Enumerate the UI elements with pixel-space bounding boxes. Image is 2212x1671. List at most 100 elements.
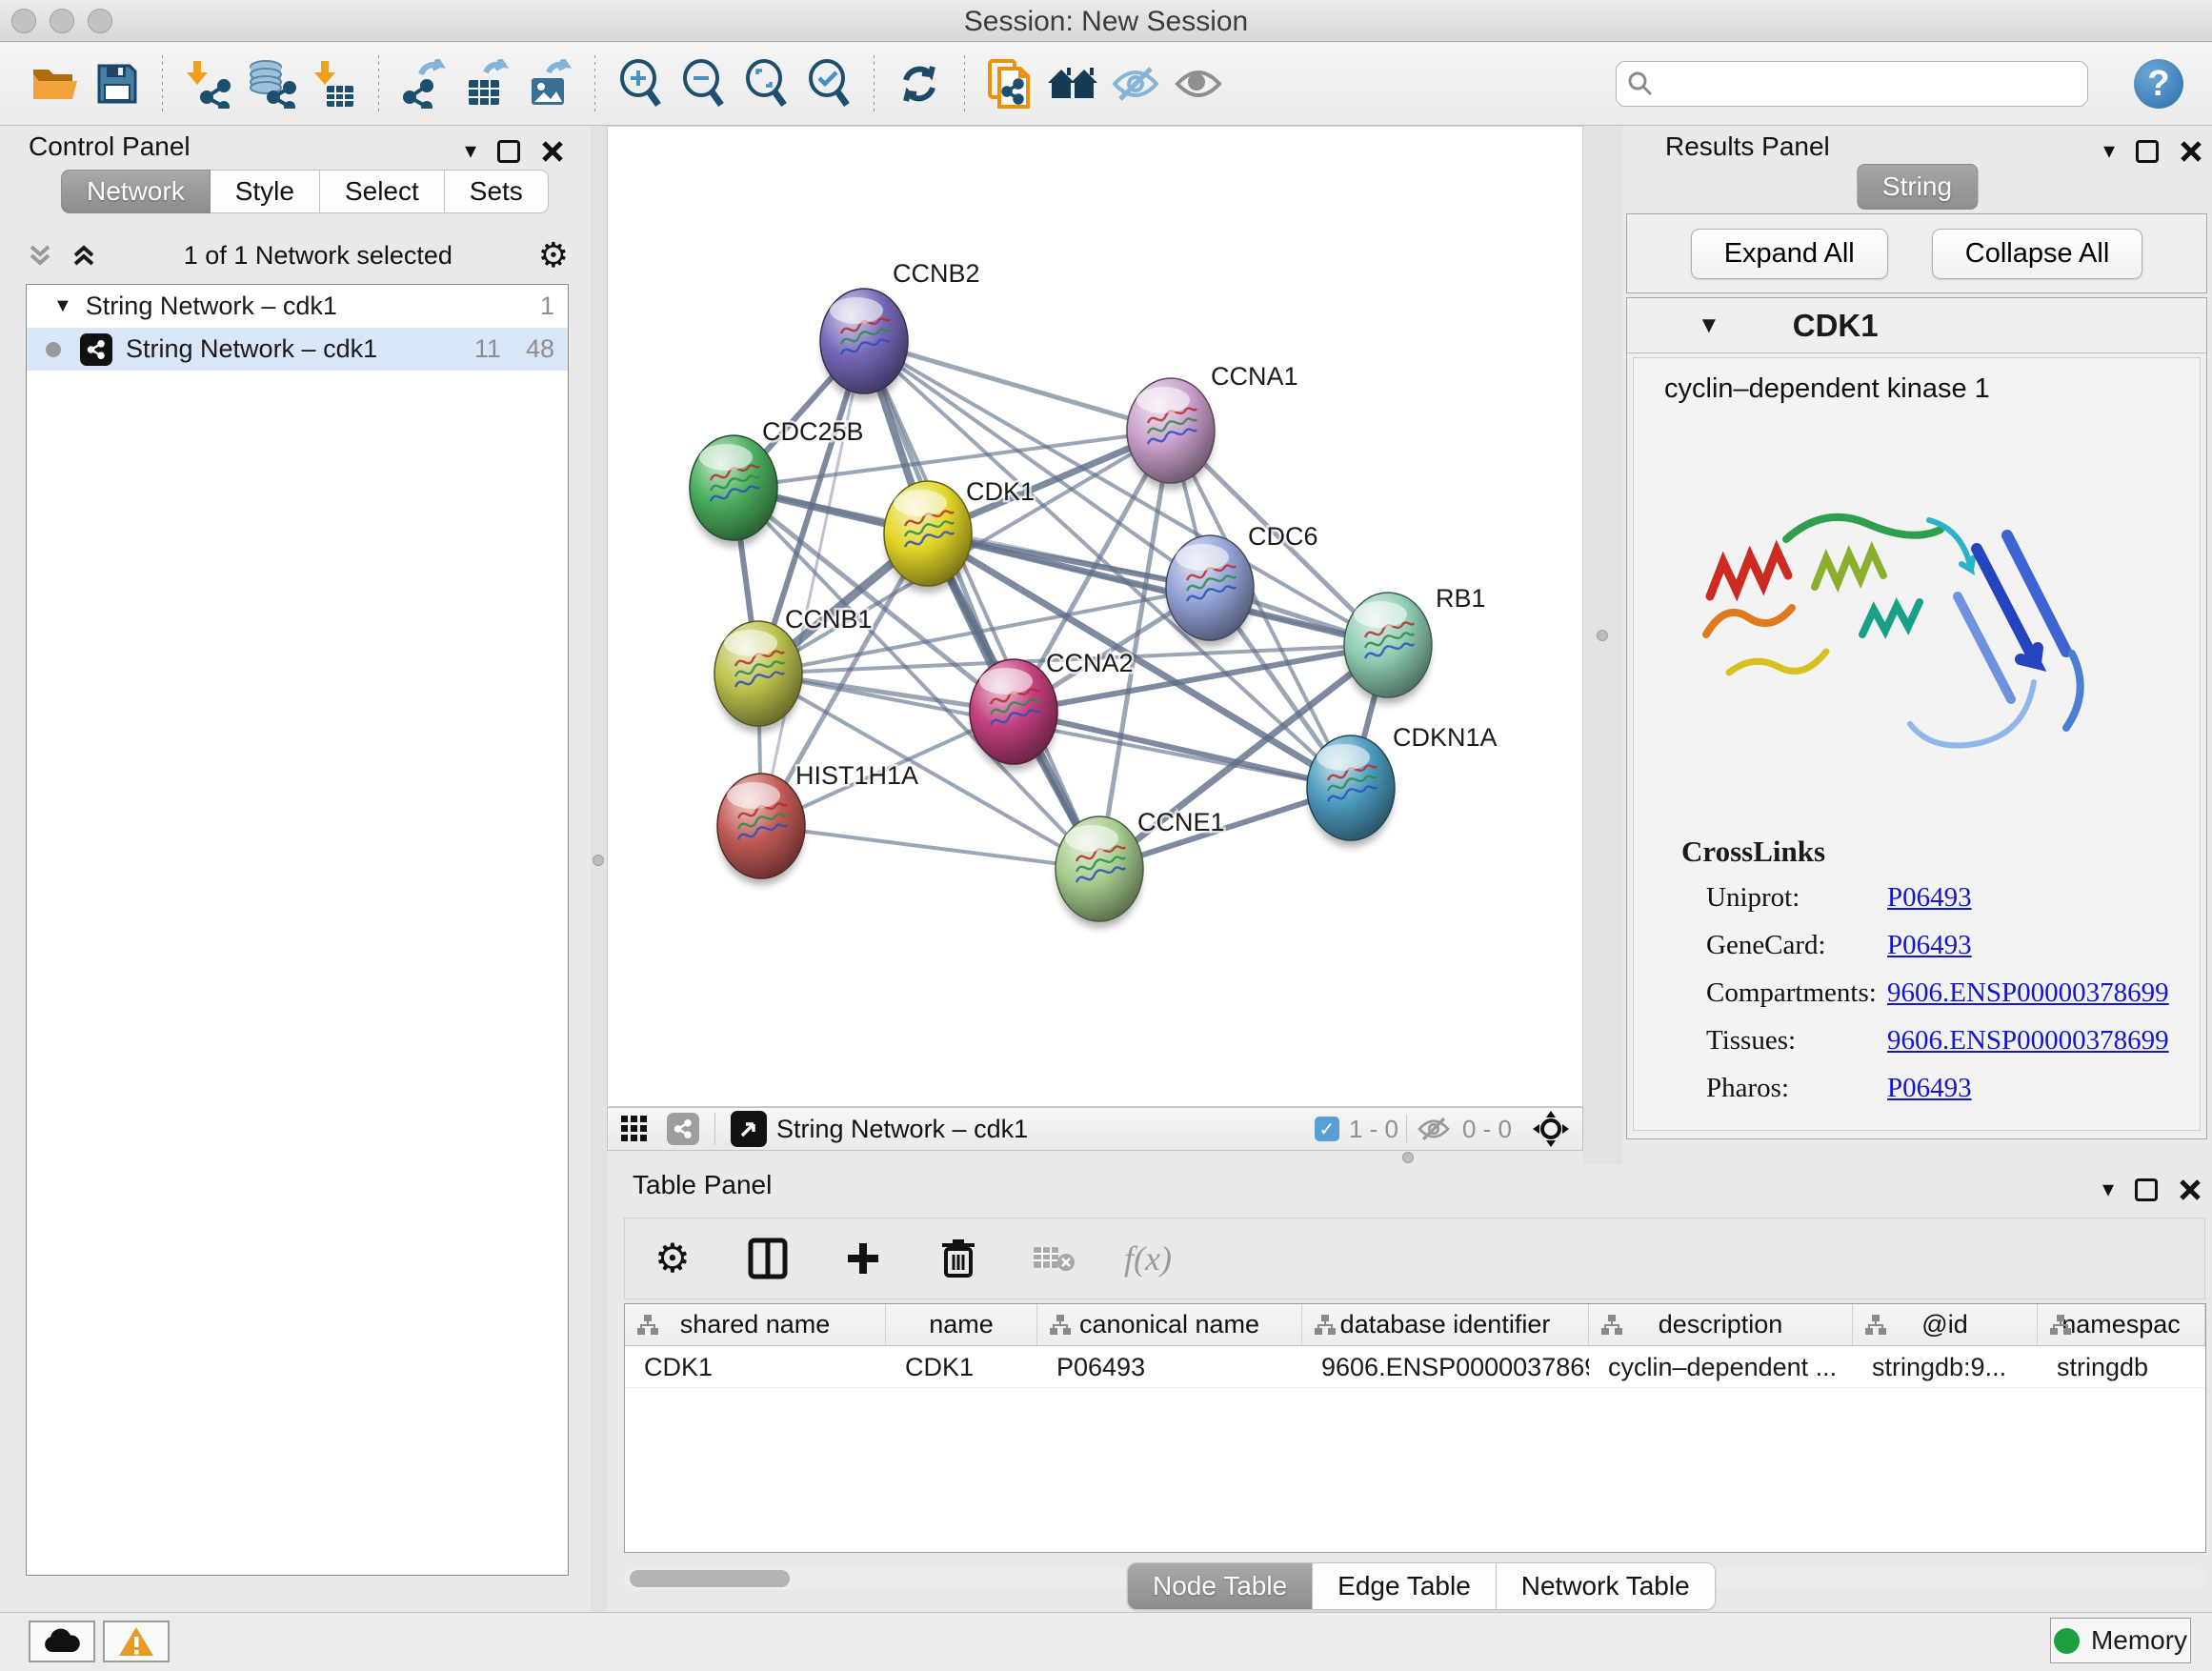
table-cell[interactable]: stringdb xyxy=(2038,1346,2205,1387)
float-panel-button[interactable] xyxy=(2135,1178,2158,1201)
right-splitter-handle[interactable] xyxy=(1597,630,1608,641)
network-row[interactable]: String Network – cdk1 11 48 xyxy=(27,328,568,371)
crosslink-link[interactable]: P06493 xyxy=(1887,930,1972,961)
tab-node-table[interactable]: Node Table xyxy=(1128,1563,1313,1609)
string-network-graph[interactable]: CCNB2CCNA1CDC25BCDK1CDC6RB1CCNB1CCNA2CDK… xyxy=(608,127,1582,1106)
table-cell[interactable]: 9606.ENSP00000378699 xyxy=(1302,1346,1589,1387)
column-header-namespac[interactable]: namespac xyxy=(2038,1304,2205,1345)
tree-expand-icon[interactable]: ▼ xyxy=(53,295,72,317)
network-from-clipboard-button[interactable] xyxy=(983,57,1036,111)
collapse-panel-icon[interactable]: ▾ xyxy=(2102,1176,2114,1203)
cloud-status-button[interactable] xyxy=(29,1621,95,1662)
table-cell[interactable]: CDK1 xyxy=(886,1346,1037,1387)
column-header-canonical-name[interactable]: canonical name xyxy=(1037,1304,1302,1345)
network-options-gear-icon[interactable]: ⚙ xyxy=(538,238,569,272)
column-header-shared-name[interactable]: shared name xyxy=(625,1304,886,1345)
crosslink-link[interactable]: P06493 xyxy=(1887,1073,1972,1104)
table-cell[interactable]: CDK1 xyxy=(625,1346,886,1387)
function-builder-button[interactable]: f(x) xyxy=(1124,1238,1172,1278)
tab-select[interactable]: Select xyxy=(320,170,445,213)
memory-button[interactable]: Memory xyxy=(2050,1618,2191,1663)
view-network-icon[interactable] xyxy=(667,1113,699,1145)
close-panel-button[interactable] xyxy=(541,140,564,163)
selected-checkbox-icon[interactable]: ✓ xyxy=(1315,1117,1339,1141)
collapse-all-icon[interactable] xyxy=(26,241,54,270)
zoom-fit-button[interactable] xyxy=(739,57,793,111)
help-button[interactable]: ? xyxy=(2134,59,2183,109)
column-header-description[interactable]: description xyxy=(1589,1304,1853,1345)
section-expand-icon[interactable]: ▼ xyxy=(1698,312,1720,339)
node-CCNB2[interactable] xyxy=(820,289,908,400)
node-CCNA2[interactable] xyxy=(970,659,1057,771)
string-home-button[interactable] xyxy=(1046,57,1099,111)
warnings-button[interactable] xyxy=(103,1621,170,1662)
expand-all-button[interactable]: Expand All xyxy=(1691,229,1888,279)
node-CDK1[interactable] xyxy=(884,481,972,593)
node-CCNE1[interactable] xyxy=(1056,816,1143,928)
close-panel-button[interactable] xyxy=(2179,1178,2202,1201)
zoom-out-button[interactable] xyxy=(676,57,730,111)
node-details-header[interactable]: ▼ CDK1 xyxy=(1627,298,2206,353)
show-glass-button[interactable] xyxy=(1172,57,1225,111)
birdseye-view-icon[interactable] xyxy=(731,1111,767,1147)
column-header-name[interactable]: name xyxy=(886,1304,1037,1345)
column-header-database-identifier[interactable]: database identifier xyxy=(1302,1304,1589,1345)
close-panel-button[interactable] xyxy=(2180,140,2202,163)
left-splitter[interactable] xyxy=(591,126,607,1620)
crosslink-link[interactable]: 9606.ENSP00000378699 xyxy=(1887,1025,2169,1057)
crosslink-link[interactable]: 9606.ENSP00000378699 xyxy=(1887,977,2169,1009)
tab-edge-table[interactable]: Edge Table xyxy=(1313,1563,1497,1609)
tab-string[interactable]: String xyxy=(1857,164,1978,210)
tab-sets[interactable]: Sets xyxy=(445,170,549,213)
zoom-selected-button[interactable] xyxy=(802,57,855,111)
left-splitter-handle[interactable] xyxy=(593,855,604,866)
node-HIST1H1A[interactable] xyxy=(717,774,805,885)
grid-mode-icon[interactable] xyxy=(619,1114,650,1144)
float-panel-button[interactable] xyxy=(497,140,520,163)
tab-style[interactable]: Style xyxy=(211,170,320,213)
collapse-all-button[interactable]: Collapse All xyxy=(1932,229,2143,279)
add-column-icon[interactable] xyxy=(838,1234,888,1283)
tab-network[interactable]: Network xyxy=(61,170,211,213)
zoom-in-button[interactable] xyxy=(613,57,667,111)
crosslink-link[interactable]: P06493 xyxy=(1887,882,1972,914)
import-network-database-button[interactable] xyxy=(244,57,297,111)
tab-network-table[interactable]: Network Table xyxy=(1497,1563,1715,1609)
search-input[interactable] xyxy=(1655,70,2055,99)
node-CCNA1[interactable] xyxy=(1127,378,1215,490)
delete-column-icon[interactable] xyxy=(934,1234,983,1283)
export-network-button[interactable] xyxy=(397,57,451,111)
float-panel-button[interactable] xyxy=(2136,140,2159,163)
collapse-panel-icon[interactable]: ▾ xyxy=(465,137,476,165)
table-cell[interactable]: stringdb:9... xyxy=(1853,1346,2038,1387)
export-table-button[interactable] xyxy=(460,57,513,111)
import-network-file-button[interactable] xyxy=(181,57,234,111)
hide-glass-button[interactable] xyxy=(1109,57,1162,111)
fit-selected-crosshair-icon[interactable] xyxy=(1531,1109,1571,1149)
horizontal-splitter-handle[interactable] xyxy=(1402,1152,1414,1163)
import-table-button[interactable] xyxy=(307,57,360,111)
network-collection-row[interactable]: ▼ String Network – cdk1 1 xyxy=(27,285,568,328)
node-CDKN1A[interactable] xyxy=(1307,735,1395,847)
table-cell[interactable]: P06493 xyxy=(1037,1346,1302,1387)
show-columns-icon[interactable] xyxy=(743,1234,793,1283)
apply-layout-button[interactable] xyxy=(893,57,946,111)
node-CDC25B[interactable] xyxy=(690,435,777,547)
collapse-panel-icon[interactable]: ▾ xyxy=(2103,137,2115,165)
table-cell[interactable]: cyclin–dependent ... xyxy=(1589,1346,1853,1387)
save-session-button[interactable] xyxy=(90,57,144,111)
scrollbar-thumb[interactable] xyxy=(630,1570,790,1587)
open-session-button[interactable] xyxy=(28,57,81,111)
expand-all-icon[interactable] xyxy=(70,241,98,270)
right-splitter[interactable] xyxy=(1583,126,1622,1164)
network-view-canvas[interactable]: CCNB2CCNA1CDC25BCDK1CDC6RB1CCNB1CCNA2CDK… xyxy=(607,126,1583,1107)
node-CCNB1[interactable] xyxy=(714,621,802,733)
table-options-gear-icon[interactable]: ⚙ xyxy=(648,1234,697,1283)
node-RB1[interactable] xyxy=(1344,593,1432,704)
column-header--id[interactable]: @id xyxy=(1853,1304,2038,1345)
view-title: String Network – cdk1 xyxy=(776,1115,1315,1144)
node-table: shared namenamecanonical namedatabase id… xyxy=(624,1303,2206,1553)
export-image-button[interactable] xyxy=(523,57,576,111)
table-row[interactable]: CDK1CDK1P064939606.ENSP00000378699cyclin… xyxy=(625,1346,2205,1388)
node-CDC6[interactable] xyxy=(1166,535,1254,647)
